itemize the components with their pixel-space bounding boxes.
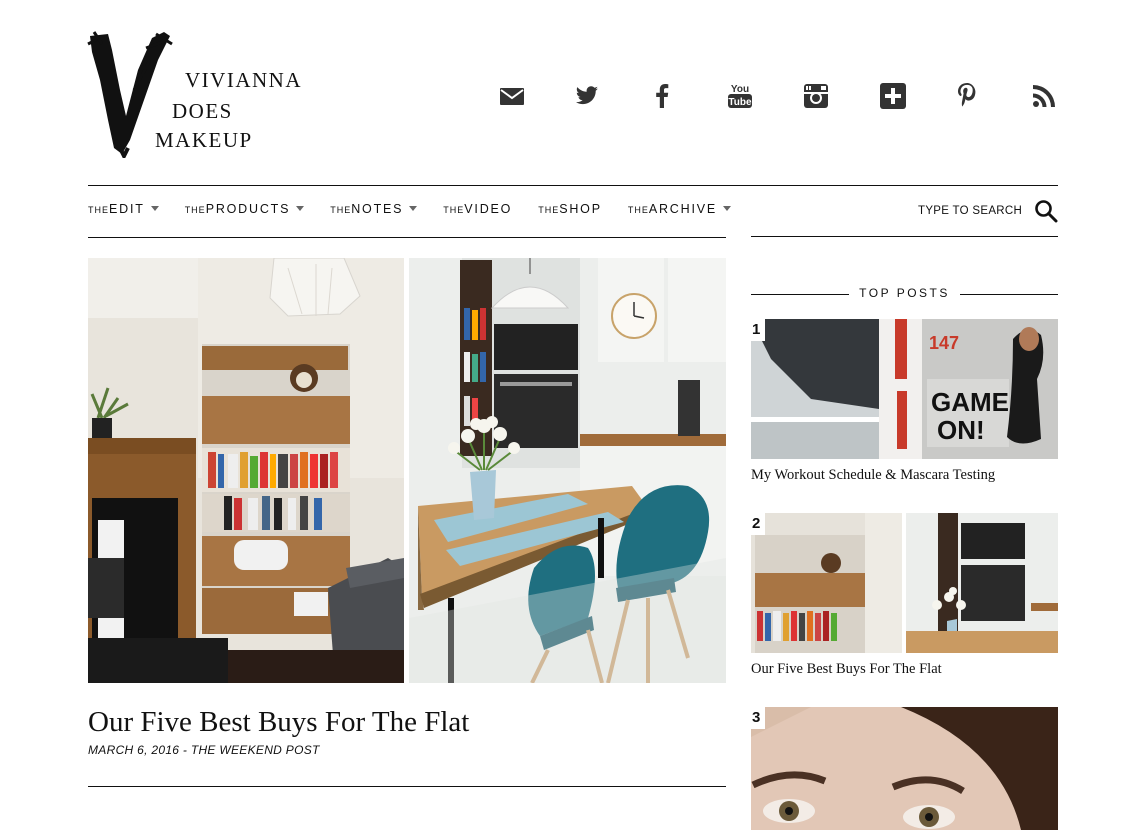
top-posts-rule-right [960, 294, 1058, 295]
nav-item-shop[interactable]: THE SHOP [538, 202, 602, 216]
nav-label: PRODUCTS [205, 202, 291, 216]
magazine-number: 147 [929, 333, 959, 353]
twitter-icon[interactable] [571, 80, 603, 112]
nav-bottom-rule-left [88, 237, 726, 238]
nav-item-video[interactable]: THE VIDEO [443, 202, 512, 216]
nav-prefix: THE [88, 205, 109, 215]
logo-text-line2: DOES [172, 99, 233, 123]
nav-label: ARCHIVE [648, 202, 717, 216]
nav-prefix: THE [443, 205, 465, 215]
nav-label: NOTES [351, 202, 404, 216]
top-post-rank: 2 [751, 513, 765, 535]
main-nav: THE EDIT THE PRODUCTS THE NOTES THE VIDEO TH… [88, 202, 757, 216]
youtube-you-text: You [731, 84, 749, 95]
featured-post-image[interactable] [88, 258, 726, 683]
instagram-icon[interactable] [800, 80, 832, 112]
bloglovin-icon[interactable] [877, 80, 909, 112]
nav-label: VIDEO [464, 202, 513, 216]
chevron-down-icon [150, 206, 159, 211]
youtube-icon[interactable]: You Tube [724, 80, 756, 112]
chevron-down-icon [409, 206, 418, 211]
nav-prefix: THE [627, 205, 649, 215]
top-post-1-title[interactable]: My Workout Schedule & Mascara Testing [751, 467, 995, 484]
search-icon[interactable] [1034, 199, 1058, 223]
nav-prefix: THE [184, 205, 206, 215]
magazine-headline-2: ON! [937, 415, 985, 445]
nav-bottom-rule-right [751, 236, 1058, 237]
facebook-icon[interactable] [646, 80, 678, 112]
magazine-headline-1: GAME [931, 387, 1009, 417]
nav-prefix: THE [538, 205, 560, 215]
top-post-2-title[interactable]: Our Five Best Buys For The Flat [751, 661, 942, 678]
logo-text-line3: MAKEUP [155, 128, 253, 152]
nav-item-archive[interactable]: THE ARCHIVE [628, 202, 731, 216]
logo-text-line1: VIVIANNA [185, 68, 302, 92]
nav-item-products[interactable]: THE PRODUCTS [185, 202, 305, 216]
top-post-rank: 3 [751, 707, 765, 729]
rss-icon[interactable] [1028, 80, 1060, 112]
top-post-2-image[interactable] [751, 513, 1058, 653]
chevron-down-icon [723, 206, 731, 211]
nav-top-rule [88, 185, 1058, 186]
post-title[interactable]: Our Five Best Buys For The Flat [88, 706, 469, 739]
search-input[interactable]: TYPE TO SEARCH [918, 205, 1022, 217]
top-post-3-image[interactable] [751, 707, 1058, 830]
top-post-rank: 1 [751, 319, 765, 341]
chevron-down-icon [296, 206, 305, 211]
nav-item-edit[interactable]: THE EDIT [88, 202, 159, 216]
youtube-tube-text: Tube [728, 97, 752, 108]
top-posts-heading: TOP POSTS [859, 286, 950, 300]
nav-item-notes[interactable]: THE NOTES [330, 202, 418, 216]
post-meta: MARCH 6, 2016 - THE WEEKEND POST [88, 743, 320, 757]
top-post-1-image[interactable]: 147 GAME ON! [751, 319, 1058, 459]
post-divider [88, 786, 726, 787]
pinterest-icon[interactable] [951, 80, 983, 112]
email-icon[interactable] [496, 80, 528, 112]
nav-prefix: THE [330, 205, 352, 215]
nav-label: SHOP [559, 202, 602, 216]
nav-label: EDIT [109, 202, 145, 216]
